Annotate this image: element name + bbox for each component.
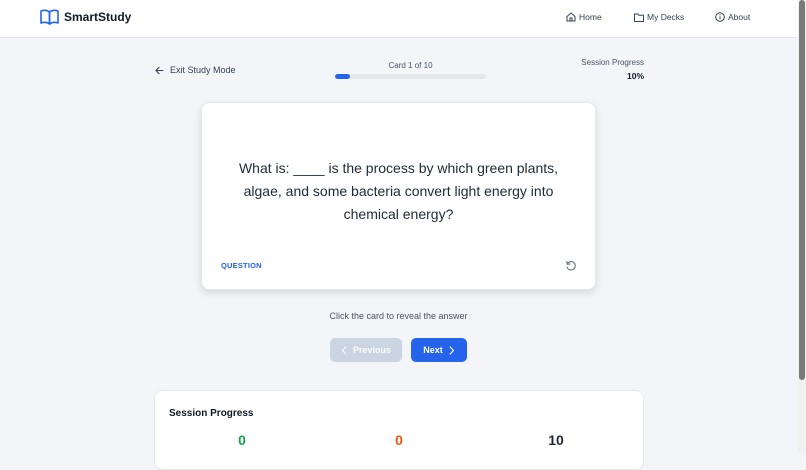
- flashcard[interactable]: What is: ____ is the process by which gr…: [201, 102, 596, 290]
- nav-my-decks[interactable]: My Decks: [634, 12, 684, 22]
- card-progress-fill: [335, 74, 351, 79]
- nav-home-label: Home: [579, 12, 602, 22]
- scrollbar-thumb[interactable]: [799, 0, 805, 380]
- top-navbar: SmartStudy Home My Decks About: [0, 0, 798, 38]
- session-progress-label: Session Progress: [581, 58, 644, 67]
- stat-value-1: 0: [238, 432, 246, 448]
- nav-my-decks-label: My Decks: [647, 12, 685, 22]
- chevron-left-icon: [341, 345, 347, 355]
- exit-study-mode-label: Exit Study Mode: [170, 65, 236, 75]
- nav-home[interactable]: Home: [566, 12, 602, 22]
- next-button[interactable]: Next: [411, 338, 467, 362]
- info-icon: [715, 12, 725, 22]
- session-progress-title: Session Progress: [169, 408, 254, 419]
- chevron-right-icon: [449, 345, 454, 355]
- stat-value-3: 10: [548, 432, 564, 448]
- stat-value-2: 0: [395, 432, 403, 448]
- nav-about[interactable]: About: [715, 12, 750, 22]
- reveal-hint: Click the card to reveal the answer: [329, 311, 468, 321]
- card-progress-bar: [335, 74, 486, 79]
- folder-icon: [634, 13, 644, 22]
- exit-study-mode-button[interactable]: Exit Study Mode: [155, 65, 236, 75]
- brand-name: SmartStudy: [64, 10, 132, 24]
- next-button-label: Next: [423, 345, 443, 355]
- previous-button[interactable]: Previous: [330, 338, 402, 362]
- session-progress-panel: Session Progress 0 0 10: [154, 390, 644, 470]
- rotate-icon: [566, 260, 576, 271]
- flip-card-icon[interactable]: [565, 259, 577, 277]
- brand-logo[interactable]: SmartStudy: [40, 9, 131, 25]
- page-scrollbar[interactable]: [798, 0, 806, 453]
- session-progress-value: 10%: [626, 71, 644, 81]
- previous-button-label: Previous: [352, 345, 392, 355]
- nav-about-label: About: [728, 12, 751, 22]
- home-icon: [566, 12, 576, 22]
- card-counter: Card 1 of 10: [388, 61, 433, 70]
- open-book-icon: [40, 9, 59, 25]
- question-text: What is: ____ is the process by which gr…: [238, 160, 559, 222]
- card-side-label: QUESTION: [221, 261, 262, 270]
- arrow-left-icon: [155, 66, 164, 74]
